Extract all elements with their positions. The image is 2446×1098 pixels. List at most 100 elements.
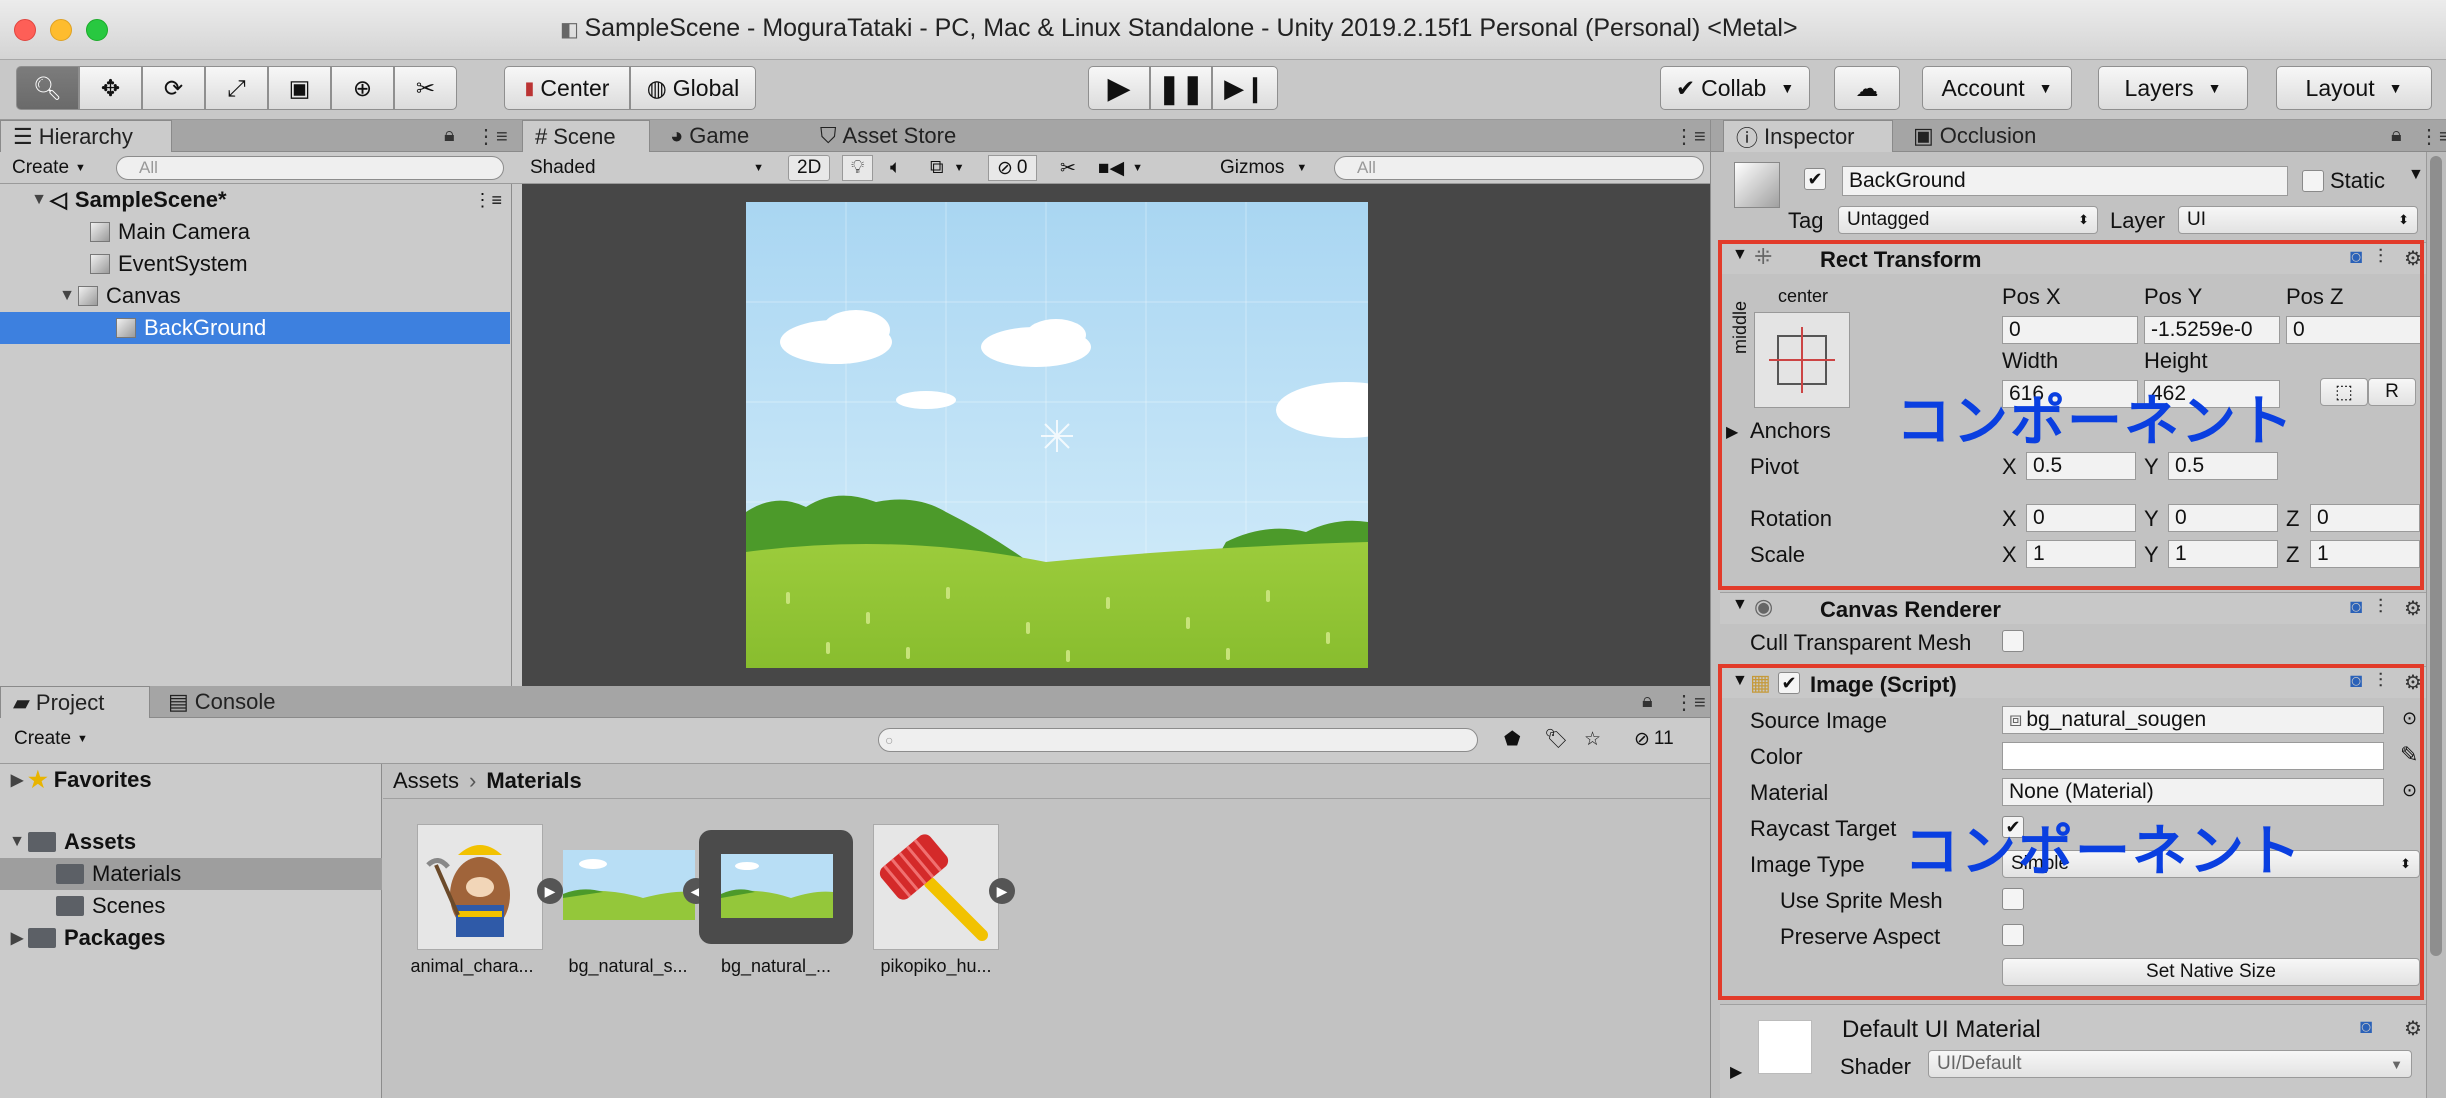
step-button[interactable]: ▶❙ [1212,66,1278,110]
hierarchy-item[interactable]: Main Camera [0,216,510,248]
asset-thumbnail-mole[interactable] [417,824,543,950]
create-button[interactable]: Create ▼ [4,155,94,181]
layer-dropdown[interactable]: UI ⬍ [2178,206,2418,234]
camera-dropdown[interactable]: ■◀ ▼ [1090,155,1151,181]
move-tool-button[interactable]: ✥ [79,66,142,110]
chevron-down-icon: ▼ [1296,162,1308,174]
account-dropdown[interactable]: Account ▼ [1922,66,2072,110]
chevron-down-icon: ▼ [953,162,965,174]
hierarchy-item[interactable]: EventSystem [0,248,510,280]
hand-tool-button[interactable]: 🔍︎ [16,66,79,110]
hierarchy-search-input[interactable]: All [116,156,504,180]
check-icon: ✔ [1675,74,1696,101]
scene-row[interactable]: ▼ ◁ SampleScene* ⋮≡ [0,184,510,216]
tab-project[interactable]: ▰ Project [0,686,150,718]
scene-search-input[interactable]: All [1334,156,1704,180]
tree-item-packages[interactable]: ▶ Packages [0,922,382,954]
close-window-button[interactable] [14,19,36,41]
hierarchy-item-selected[interactable]: BackGround [0,312,510,344]
expand-sprite-button[interactable]: ▶ [537,878,563,904]
tag-dropdown[interactable]: Untagged ⬍ [1838,206,2098,234]
tab-console[interactable]: ▤ Console [156,686,288,718]
effects-dropdown[interactable]: ⧉ ▼ [922,155,972,181]
tree-item-favorites[interactable]: ▶ ★ Favorites [0,764,382,796]
search-by-label-button[interactable]: 🏷︎ [1536,726,1576,752]
pivot-global-button[interactable]: ◍ Global [630,66,756,110]
search-by-type-button[interactable]: ⬟ [1496,726,1529,752]
scene-menu-icon[interactable]: ⋮≡ [473,190,502,211]
asset-thumbnail-hammer[interactable] [873,824,999,950]
asset-thumbnail-bg-selected[interactable] [699,830,853,944]
chevron-down-icon[interactable]: ▼ [2408,166,2424,184]
shader-dropdown[interactable]: UI/Default ▼ [1928,1050,2412,1078]
tab-hierarchy[interactable]: ☰ Hierarchy [0,120,172,152]
audio-toggle[interactable]: 🔈︎ [882,155,909,181]
lighting-toggle[interactable]: 💡︎ [842,155,874,181]
layout-dropdown[interactable]: Layout ▼ [2276,66,2432,110]
expand-triangle-icon: ▶ [10,772,24,789]
custom-tool-button[interactable]: ✂ [394,66,457,110]
object-name-field[interactable]: BackGround [1842,166,2288,196]
lock-icon[interactable]: 🔒︎ [444,124,455,147]
asset-thumbnail-bg[interactable] [563,850,695,920]
favorites-button[interactable]: ☆ [1576,726,1609,752]
help-book-icon[interactable]: ◙ [2350,596,2362,619]
maximize-window-button[interactable] [86,19,108,41]
minimize-window-button[interactable] [50,19,72,41]
tab-game[interactable]: ◕ Game [658,120,761,152]
cloud-button[interactable]: ☁ [1834,66,1900,110]
rect-pivot-gizmo[interactable] [1041,420,1073,452]
scale-tool-button[interactable]: ⤢ [205,66,268,110]
pivot-center-button[interactable]: ▮ Center [504,66,630,110]
gear-icon[interactable]: ⚙ [2404,596,2422,621]
tree-item-assets[interactable]: ▼ Assets [0,826,382,858]
scrollbar-thumb[interactable] [2430,156,2442,956]
expand-triangle-icon: ▼ [59,287,75,304]
preset-sliders-icon[interactable]: ⫶ [2378,596,2383,619]
tree-item-materials[interactable]: Materials [0,858,382,890]
collab-dropdown[interactable]: ✔ Collab ▼ [1660,66,1810,110]
hidden-packages-toggle[interactable]: ⊘ 11 [1626,726,1682,752]
expand-sprite-button[interactable]: ▶ [989,878,1015,904]
lock-icon[interactable]: 🔒︎ [1642,690,1653,713]
static-checkbox[interactable] [2302,170,2324,192]
transform-tool-button[interactable]: ⊕ [331,66,394,110]
panel-menu-icon[interactable]: ⋮≡ [1674,690,1706,715]
shading-mode-dropdown[interactable]: Shaded ▼ [522,155,772,181]
layers-icon: ⧉ [930,157,944,178]
gear-icon[interactable]: ⚙ [2404,1016,2422,1041]
breadcrumb-materials[interactable]: Materials [486,768,581,794]
expand-triangle-icon[interactable]: ▶ [1730,1062,1742,1082]
create-button[interactable]: Create ▼ [6,726,96,752]
active-checkbox[interactable]: ✔ [1804,168,1826,190]
cull-mesh-checkbox[interactable] [2002,630,2024,652]
rotate-tool-button[interactable]: ⟳ [142,66,205,110]
unity-scene-icon: ◁ [50,187,67,212]
tree-item-scenes[interactable]: Scenes [0,890,382,922]
tools-toggle[interactable]: ✂ [1052,155,1084,181]
project-subbar: Create ▼ ○ ⬟ 🏷︎ ☆ ⊘ 11 [0,718,1710,764]
layers-dropdown[interactable]: Layers ▼ [2098,66,2248,110]
hierarchy-item[interactable]: ▼ Canvas [0,280,510,312]
tab-asset-store[interactable]: ⛉ Asset Store [808,120,968,152]
panel-menu-icon[interactable]: ⋮≡ [2419,124,2446,149]
project-search-input[interactable]: ○ [878,728,1478,752]
gizmos-dropdown[interactable]: Gizmos ▼ [1212,155,1315,181]
chevron-right-icon: › [469,768,477,793]
collapse-triangle-icon[interactable]: ▼ [1732,596,1748,614]
inspector-scrollbar[interactable] [2426,152,2446,1098]
hierarchy-subbar: Create ▼ All [0,152,512,184]
tab-scene[interactable]: # Scene [522,120,650,152]
tab-occlusion[interactable]: ▣ Occlusion [1901,120,2048,152]
help-book-icon[interactable]: ◙ [2360,1016,2372,1039]
tab-inspector[interactable]: ⓘ Inspector [1723,120,1893,152]
pause-button[interactable]: ❚❚ [1150,66,1212,110]
play-button[interactable]: ▶ [1088,66,1150,110]
2d-toggle[interactable]: 2D [788,155,831,181]
panel-menu-icon[interactable]: ⋮≡ [476,124,508,149]
panel-menu-icon[interactable]: ⋮≡ [1674,124,1706,149]
hidden-objects-toggle[interactable]: ⊘ 0 [988,155,1037,181]
rect-tool-button[interactable]: ▣ [268,66,331,110]
breadcrumb-assets[interactable]: Assets [393,768,459,794]
lock-icon[interactable]: 🔒︎ [2391,124,2402,147]
